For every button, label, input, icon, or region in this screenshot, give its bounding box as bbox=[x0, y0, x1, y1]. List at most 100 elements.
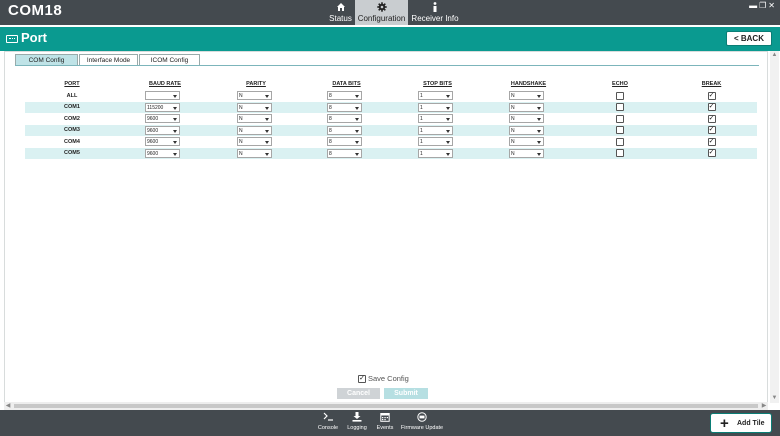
baud-rate-select[interactable]: 9600 bbox=[145, 137, 180, 147]
chevron-down-icon bbox=[173, 129, 177, 133]
back-button[interactable]: < BACK bbox=[726, 31, 772, 46]
cancel-button[interactable]: Cancel bbox=[337, 388, 380, 399]
data-bits-select[interactable]: 8 bbox=[327, 102, 362, 112]
parity-cell: N bbox=[211, 147, 301, 159]
tab-receiver-info[interactable]: Receiver Info bbox=[410, 0, 460, 25]
chevron-down-icon bbox=[355, 118, 359, 122]
handshake-select[interactable]: N bbox=[509, 114, 544, 124]
scroll-left-icon[interactable]: ◀ bbox=[4, 402, 12, 410]
echo-checkbox[interactable] bbox=[616, 137, 624, 146]
tool-console-label: Console bbox=[317, 425, 339, 431]
echo-checkbox[interactable] bbox=[616, 114, 624, 123]
tool-logging[interactable]: Logging bbox=[344, 412, 370, 431]
data-bits-select[interactable]: 8 bbox=[327, 114, 362, 124]
submit-button[interactable]: Submit bbox=[384, 388, 428, 399]
stop-bits-select[interactable]: 1 bbox=[418, 91, 453, 101]
stop-bits-select-value: 1 bbox=[420, 104, 423, 111]
horizontal-scrollbar[interactable]: ◀ ▶ bbox=[4, 402, 768, 410]
data-bits-select-value: 8 bbox=[329, 93, 332, 100]
scroll-down-icon[interactable]: ▼ bbox=[771, 395, 778, 402]
chevron-down-icon bbox=[446, 95, 450, 99]
echo-checkbox[interactable] bbox=[616, 149, 624, 158]
tool-firmware-update[interactable]: Firmware Update bbox=[400, 412, 444, 431]
break-checkbox[interactable]: ✓ bbox=[707, 103, 716, 112]
chevron-down-icon bbox=[537, 106, 541, 110]
tool-events-label: Events bbox=[376, 425, 394, 431]
parity-select[interactable]: N bbox=[237, 125, 272, 135]
baud-rate-select[interactable]: 9600 bbox=[145, 125, 180, 135]
echo-cell bbox=[574, 90, 666, 102]
table-row: COM5 9600 N 8 1 N ✓ bbox=[25, 147, 757, 159]
add-tile-button[interactable]: + Add Tile bbox=[710, 413, 772, 433]
table-row: COM3 9600 N 8 1 N ✓ bbox=[25, 124, 757, 136]
data-bits-select[interactable]: 8 bbox=[327, 91, 362, 101]
chevron-down-icon bbox=[173, 95, 177, 99]
horizontal-scroll-thumb[interactable] bbox=[14, 404, 758, 408]
chevron-down-icon bbox=[537, 129, 541, 133]
stop-bits-cell: 1 bbox=[392, 136, 483, 148]
chevron-down-icon bbox=[265, 106, 269, 110]
parity-select[interactable]: N bbox=[237, 148, 272, 158]
break-checkbox[interactable]: ✓ bbox=[707, 114, 716, 123]
data-bits-cell: 8 bbox=[301, 147, 392, 159]
echo-checkbox[interactable] bbox=[616, 91, 624, 100]
parity-cell: N bbox=[211, 136, 301, 148]
handshake-select[interactable]: N bbox=[509, 91, 544, 101]
chevron-down-icon bbox=[446, 118, 450, 122]
break-checkbox[interactable]: ✓ bbox=[707, 126, 716, 135]
handshake-select-value: N bbox=[511, 93, 515, 100]
break-checkbox[interactable]: ✓ bbox=[707, 137, 716, 146]
header-handshake: HANDSHAKE bbox=[510, 81, 547, 87]
break-cell: ✓ bbox=[666, 136, 757, 148]
stop-bits-select[interactable]: 1 bbox=[418, 114, 453, 124]
header-data-bits: DATA BITS bbox=[332, 81, 361, 87]
page-title: Port bbox=[21, 30, 47, 45]
parity-select[interactable]: N bbox=[237, 137, 272, 147]
data-bits-select[interactable]: 8 bbox=[327, 137, 362, 147]
scroll-right-icon[interactable]: ▶ bbox=[760, 402, 768, 410]
stop-bits-select[interactable]: 1 bbox=[418, 125, 453, 135]
stop-bits-select[interactable]: 1 bbox=[418, 148, 453, 158]
stop-bits-select[interactable]: 1 bbox=[418, 137, 453, 147]
parity-select[interactable]: N bbox=[237, 114, 272, 124]
data-bits-select[interactable]: 8 bbox=[327, 148, 362, 158]
echo-checkbox[interactable] bbox=[616, 126, 624, 135]
handshake-select[interactable]: N bbox=[509, 148, 544, 158]
chevron-down-icon bbox=[537, 152, 541, 156]
stop-bits-select-value: 1 bbox=[420, 116, 423, 123]
break-checkbox[interactable]: ✓ bbox=[707, 149, 716, 158]
save-config-checkbox[interactable]: ✓ bbox=[358, 375, 366, 384]
handshake-select[interactable]: N bbox=[509, 125, 544, 135]
vertical-scrollbar[interactable]: ▲ ▼ bbox=[770, 51, 779, 403]
tool-events[interactable]: Events bbox=[374, 412, 396, 431]
save-config[interactable]: ✓ Save Config bbox=[358, 374, 409, 384]
data-bits-select[interactable]: 8 bbox=[327, 125, 362, 135]
baud-rate-select[interactable]: 9600 bbox=[145, 114, 180, 124]
tab-configuration[interactable]: Configuration bbox=[355, 0, 408, 25]
parity-select[interactable]: N bbox=[237, 91, 272, 101]
port-name: COM4 bbox=[64, 138, 80, 145]
break-checkbox[interactable]: ✓ bbox=[707, 91, 716, 100]
data-bits-cell: 8 bbox=[301, 136, 392, 148]
baud-rate-select[interactable]: 9600 bbox=[145, 148, 180, 158]
chevron-down-icon bbox=[537, 141, 541, 145]
stop-bits-select[interactable]: 1 bbox=[418, 102, 453, 112]
tool-console[interactable]: Console bbox=[314, 412, 342, 431]
scroll-up-icon[interactable]: ▲ bbox=[771, 52, 778, 59]
handshake-select[interactable]: N bbox=[509, 137, 544, 147]
chevron-down-icon bbox=[265, 141, 269, 145]
handshake-select[interactable]: N bbox=[509, 102, 544, 112]
baud-rate-select[interactable] bbox=[145, 91, 180, 101]
echo-checkbox[interactable] bbox=[616, 103, 624, 112]
data-bits-cell: 8 bbox=[301, 90, 392, 102]
minimize-icon[interactable]: ▬ bbox=[749, 1, 759, 10]
echo-cell bbox=[574, 113, 666, 125]
parity-select[interactable]: N bbox=[237, 102, 272, 112]
handshake-select-value: N bbox=[511, 150, 515, 157]
data-bits-cell: 8 bbox=[301, 124, 392, 136]
close-icon[interactable]: ✕ bbox=[768, 1, 777, 10]
tab-status[interactable]: Status bbox=[327, 0, 354, 25]
maximize-icon[interactable]: ❐ bbox=[759, 1, 768, 10]
baud-rate-select[interactable]: 115200 bbox=[145, 102, 180, 112]
stop-bits-cell: 1 bbox=[392, 124, 483, 136]
